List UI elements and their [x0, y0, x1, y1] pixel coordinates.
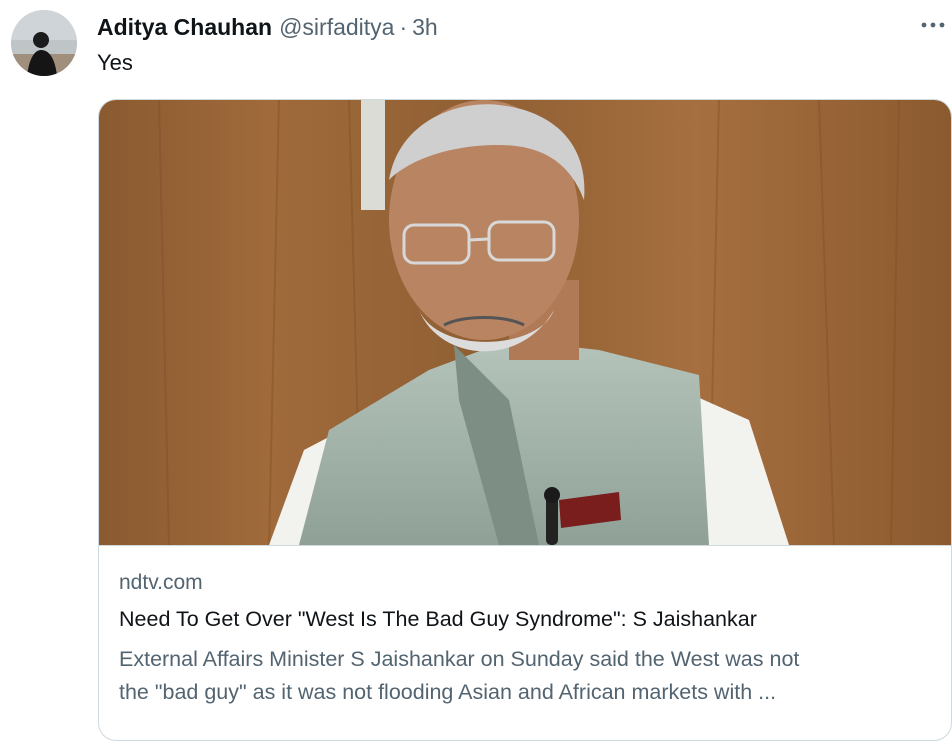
link-card[interactable]: ndtv.com Need To Get Over "West Is The B…: [98, 99, 952, 741]
tweet-text: Yes: [97, 50, 133, 75]
card-title: Need To Get Over "West Is The Bad Guy Sy…: [119, 607, 757, 631]
avatar[interactable]: [11, 10, 77, 76]
more-options-button[interactable]: [918, 10, 948, 40]
tweet[interactable]: Aditya Chauhan @sirfaditya · 3h Yes ndtv…: [0, 0, 952, 741]
card-description-line-2: the "bad guy" as it was not flooding Asi…: [119, 680, 777, 704]
card-body[interactable]: ndtv.com Need To Get Over "West Is The B…: [99, 545, 951, 704]
author-handle[interactable]: @sirfaditya: [279, 14, 394, 41]
avatar-image: [11, 10, 77, 76]
more-horizontal-icon: [921, 22, 945, 28]
tweet-header: Aditya Chauhan @sirfaditya · 3h: [97, 13, 438, 41]
card-image[interactable]: [99, 100, 951, 545]
card-domain: ndtv.com: [119, 571, 203, 594]
card-photo: [99, 100, 951, 545]
card-description: External Affairs Minister S Jaishankar o…: [119, 643, 939, 709]
tweet-time[interactable]: 3h: [412, 14, 438, 41]
separator-dot: ·: [399, 13, 408, 40]
card-description-line-1: External Affairs Minister S Jaishankar o…: [119, 647, 800, 671]
author-name[interactable]: Aditya Chauhan: [97, 14, 272, 41]
